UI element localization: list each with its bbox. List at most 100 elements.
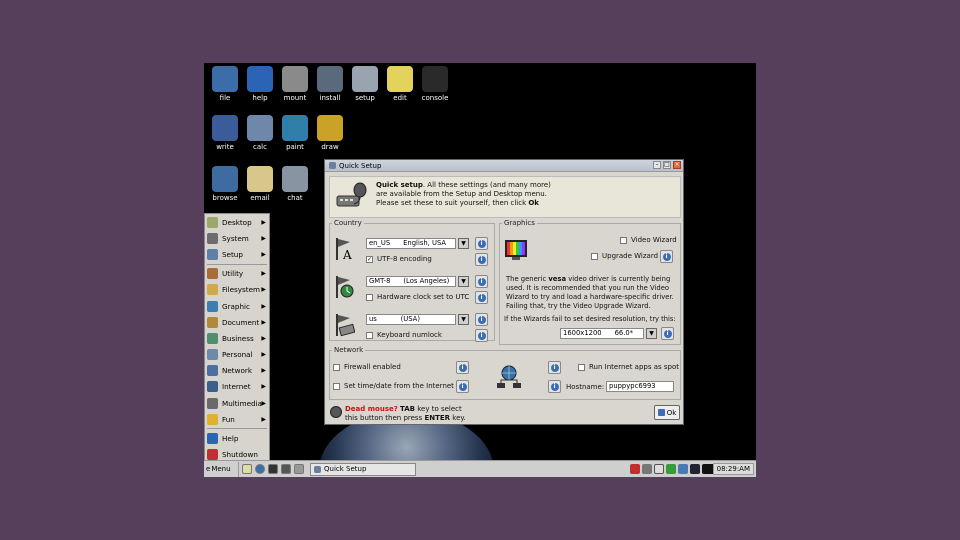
time-sync-checkbox-box[interactable] [333, 382, 340, 390]
numlock-checkbox-box[interactable] [366, 331, 373, 339]
network-legend: Network [334, 346, 364, 354]
maximize-button[interactable]: □ [663, 161, 671, 169]
window-titlebar[interactable]: Quick Setup – □ × [325, 160, 683, 172]
shutdown-icon [207, 449, 218, 461]
desktop-icon-mount[interactable]: mount [275, 66, 315, 102]
time-sync-checkbox[interactable]: Set time/date from the Internet [333, 382, 454, 390]
video-wizard-checkbox[interactable]: Video Wizard [620, 236, 677, 244]
desktop-icon-label: help [252, 94, 268, 102]
volume-tray-icon[interactable] [642, 464, 652, 474]
menu-item-fun[interactable]: Fun ▶ [205, 411, 269, 427]
menu-item-setup[interactable]: Setup ▶ [205, 246, 269, 262]
timezone-dropdown-button[interactable]: ▼ [458, 276, 469, 287]
desktop-icon-calc[interactable]: calc [240, 115, 280, 151]
internet-icon [207, 381, 218, 393]
minimize-button[interactable]: – [653, 161, 661, 169]
network-tray-icon[interactable] [666, 464, 676, 474]
browse-icon [212, 166, 238, 192]
desktop-icon-edit[interactable]: edit [380, 66, 420, 102]
video-wizard-checkbox-box[interactable] [620, 236, 627, 244]
desktop-icon-help[interactable]: help [240, 66, 280, 102]
upgrade-wizard-info-button[interactable]: i [660, 250, 673, 263]
upgrade-wizard-checkbox-box[interactable] [591, 252, 598, 260]
utc-checkbox[interactable]: Hardware clock set to UTC [366, 293, 469, 301]
task-label: Quick Setup [324, 465, 367, 473]
timezone-select[interactable]: GMT-8 (Los Angeles) [366, 276, 456, 287]
desktop-icon-file[interactable]: file [205, 66, 245, 102]
utf8-checkbox[interactable]: ✓ UTF-8 encoding [366, 255, 432, 263]
menu-item-graphic[interactable]: Graphic ▶ [205, 298, 269, 314]
email-icon [247, 166, 273, 192]
ok-button[interactable]: Ok [654, 405, 680, 420]
timezone-info-button[interactable]: i [475, 275, 488, 288]
task-quick-setup[interactable]: Quick Setup [310, 462, 416, 476]
time-sync-info-button[interactable]: i [456, 380, 469, 393]
menu-item-help[interactable]: Help [205, 430, 269, 446]
desktop-icon-write[interactable]: write [205, 115, 245, 151]
resolution-info-button[interactable]: i [661, 327, 674, 340]
keyboard-info-button[interactable]: i [475, 313, 488, 326]
firewall-info-button[interactable]: i [456, 361, 469, 374]
utc-info-button[interactable]: i [475, 291, 488, 304]
keyboard-select[interactable]: us (USA) [366, 314, 456, 325]
spot-checkbox-box[interactable] [578, 363, 585, 371]
workspace-2-icon[interactable] [294, 464, 304, 474]
utf8-checkbox-box[interactable]: ✓ [366, 255, 373, 263]
browser-launcher-icon[interactable] [255, 464, 265, 474]
menu-item-personal[interactable]: Personal ▶ [205, 347, 269, 363]
firewall-checkbox[interactable]: Firewall enabled [333, 363, 401, 371]
menu-item-label: System [222, 233, 249, 243]
desktop-icon-setup[interactable]: setup [345, 66, 385, 102]
menu-separator [207, 428, 267, 430]
firewall-checkbox-box[interactable] [333, 363, 340, 371]
keyboard-dropdown-button[interactable]: ▼ [458, 314, 469, 325]
personal-icon [207, 349, 218, 361]
desktop-icon-console[interactable]: console [415, 66, 455, 102]
locale-info-button[interactable]: i [475, 237, 488, 250]
menu-item-document[interactable]: Document ▶ [205, 314, 269, 330]
utc-checkbox-box[interactable] [366, 293, 373, 301]
desktop-icon-chat[interactable]: chat [275, 166, 315, 202]
resolution-dropdown-button[interactable]: ▼ [646, 328, 657, 339]
window-icon [329, 162, 336, 169]
hostname-info-button[interactable]: i [548, 380, 561, 393]
country-section: Country A en_US English, USA ▼ i ✓ UTF-8 … [329, 219, 495, 342]
terminal-launcher-icon[interactable] [268, 464, 278, 474]
desktop-icon-email[interactable]: email [240, 166, 280, 202]
console-icon [422, 66, 448, 92]
update-tray-icon[interactable] [678, 464, 688, 474]
clock[interactable]: 08:29:AM [712, 463, 754, 475]
spot-checkbox[interactable]: Run Internet apps as spot [578, 363, 679, 371]
display-tray-icon[interactable] [690, 464, 700, 474]
menu-item-network[interactable]: Network ▶ [205, 363, 269, 379]
close-button[interactable]: × [673, 161, 681, 169]
numlock-info-button[interactable]: i [475, 329, 488, 342]
desktop-icon-draw[interactable]: draw [310, 115, 350, 151]
workspace-1-icon[interactable] [281, 464, 291, 474]
menu-button[interactable]: e Menu [204, 461, 239, 477]
locale-select[interactable]: en_US English, USA [366, 238, 456, 249]
menu-item-utility[interactable]: Utility ▶ [205, 266, 269, 282]
locale-dropdown-button[interactable]: ▼ [458, 238, 469, 249]
numlock-checkbox[interactable]: Keyboard numlock [366, 331, 442, 339]
menu-item-internet[interactable]: Internet ▶ [205, 379, 269, 395]
desktop-icon-label: browse [212, 194, 238, 202]
menu-item-system[interactable]: System ▶ [205, 230, 269, 246]
firewall-tray-icon[interactable] [630, 464, 640, 474]
footer-mouse-icon [330, 406, 342, 418]
hostname-input[interactable]: puppypc6993 [606, 381, 674, 392]
network-icon [497, 365, 521, 388]
desktop-icon-install[interactable]: install [310, 66, 350, 102]
network-info-button[interactable]: i [548, 361, 561, 374]
menu-item-multimedia[interactable]: Multimedia ▶ [205, 395, 269, 411]
battery-tray-icon[interactable] [654, 464, 664, 474]
resolution-select[interactable]: 1600x1200 66.0* [560, 328, 644, 339]
menu-item-desktop[interactable]: Desktop ▶ [205, 214, 269, 230]
desktop-icon-browse[interactable]: browse [205, 166, 245, 202]
menu-item-filesystem[interactable]: Filesystem ▶ [205, 282, 269, 298]
utf8-info-button[interactable]: i [475, 253, 488, 266]
desktop-icon-paint[interactable]: paint [275, 115, 315, 151]
upgrade-wizard-checkbox[interactable]: Upgrade Wizard [591, 252, 658, 260]
menu-item-business[interactable]: Business ▶ [205, 330, 269, 346]
show-desktop-icon[interactable] [242, 464, 252, 474]
